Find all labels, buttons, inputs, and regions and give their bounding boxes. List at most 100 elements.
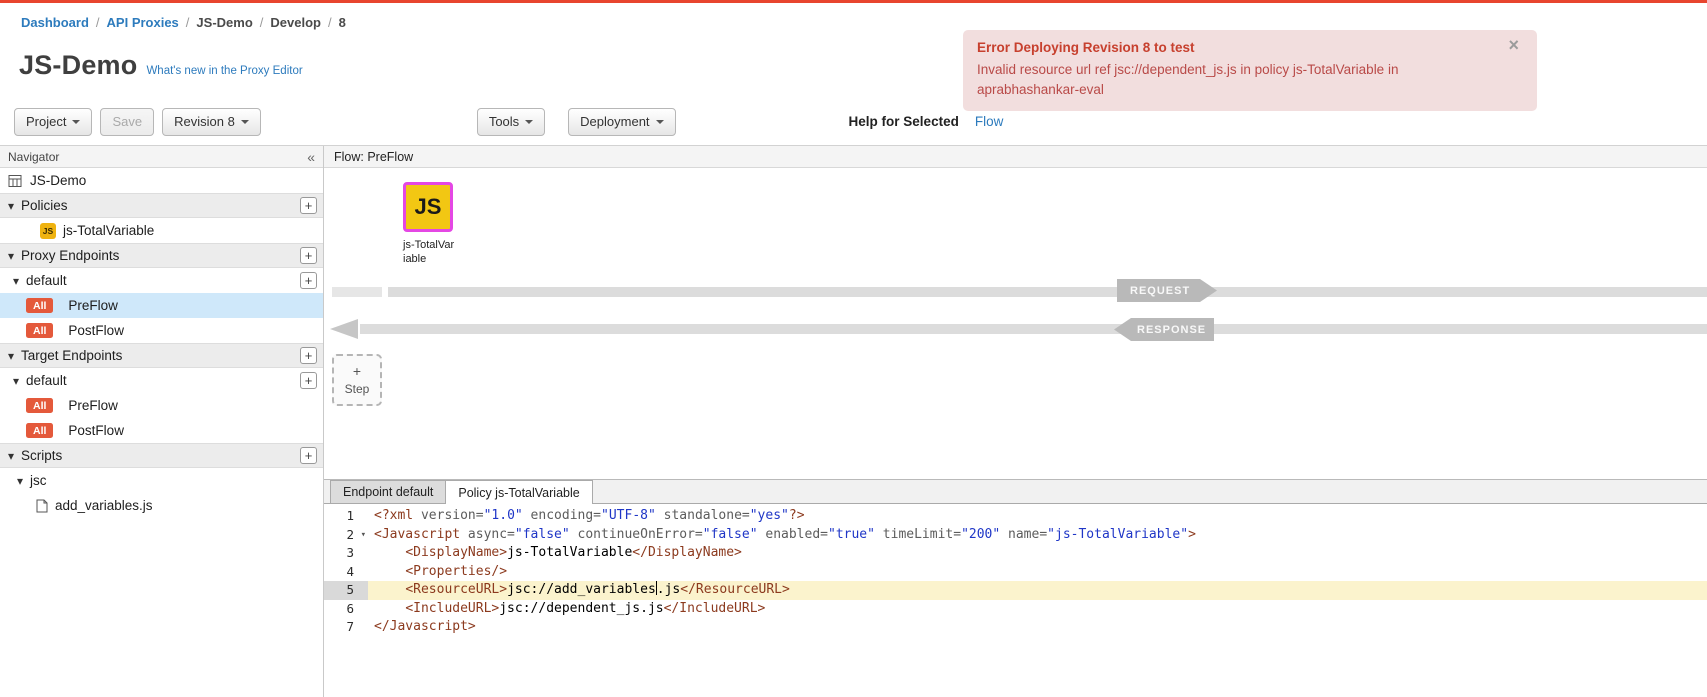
code-token: jsc://dependent_js.js <box>499 601 663 616</box>
line-number: 7 <box>324 618 368 637</box>
breadcrumb-item-dashboard[interactable]: Dashboard <box>21 15 89 30</box>
revision-menu-button[interactable]: Revision 8 <box>162 108 261 136</box>
tab-endpoint-default[interactable]: Endpoint default <box>330 480 446 503</box>
code-token: </DisplayName> <box>632 545 742 560</box>
code-token: "js-TotalVariable" <box>1047 527 1188 542</box>
flow-canvas: JS js-TotalVariable REQUEST RESPONSE + S… <box>324 168 1707 479</box>
code-token: "false" <box>515 527 570 542</box>
code-line-5: 5 <ResourceURL>jsc://add_variables.js</R… <box>324 581 1707 600</box>
code-token <box>374 582 405 597</box>
sidebar-item-label: PreFlow <box>68 298 118 313</box>
help-for-selected-label: Help for Selected <box>849 114 959 129</box>
sidebar-item-postflow[interactable]: AllPostFlow <box>0 318 323 343</box>
sidebar-item-label: JS-Demo <box>30 173 86 188</box>
sidebar-item-jsc[interactable]: ▾ jsc <box>0 468 323 493</box>
code-token: js-TotalVariable <box>507 545 632 560</box>
code-token <box>374 564 405 579</box>
sidebar-item-proxy-endpoints[interactable]: ▾ Proxy Endpoints + <box>0 243 323 268</box>
breadcrumb-item-api-proxies[interactable]: API Proxies <box>107 15 179 30</box>
code-token: "true" <box>828 527 875 542</box>
chevron-down-icon <box>72 120 80 124</box>
sidebar-item-label: js-TotalVariable <box>63 223 154 238</box>
sidebar-item-js-totalvariable[interactable]: JSjs-TotalVariable <box>0 218 323 243</box>
code-line-content[interactable]: <ResourceURL>jsc://add_variables.js</Res… <box>368 581 1707 600</box>
code-token: enabled= <box>758 527 828 542</box>
code-token: version= <box>421 508 484 523</box>
code-line-content[interactable]: <?xml version="1.0" encoding="UTF-8" sta… <box>368 507 1707 526</box>
sidebar-item-label: default <box>26 373 67 388</box>
code-line-content[interactable]: <DisplayName>js-TotalVariable</DisplayNa… <box>368 544 1707 563</box>
response-arrow-icon <box>330 319 358 339</box>
breadcrumb-separator: / <box>328 15 332 30</box>
code-line-content[interactable]: <Javascript async="false" continueOnErro… <box>368 526 1707 545</box>
code-token: <?xml <box>374 508 421 523</box>
whats-new-link[interactable]: What's new in the Proxy Editor <box>146 65 302 77</box>
sidebar-item-target-endpoints[interactable]: ▾Target Endpoints+ <box>0 343 323 368</box>
sidebar-item-add-variables-js[interactable]: add_variables.js <box>0 493 323 518</box>
deployment-menu-button[interactable]: Deployment <box>568 108 675 136</box>
project-menu-button[interactable]: Project <box>14 108 92 136</box>
code-token: name= <box>1000 527 1047 542</box>
sidebar-item-postflow[interactable]: AllPostFlow <box>0 418 323 443</box>
sidebar-item-label: add_variables.js <box>55 498 153 513</box>
navigator-tree: JS-Demo▾Policies+JSjs-TotalVariable▾Prox… <box>0 168 323 518</box>
tab-policy-js-totalvariable[interactable]: Policy js-TotalVariable <box>445 480 592 504</box>
chevron-down-icon[interactable]: ▾ <box>17 475 23 487</box>
error-banner-title: Error Deploying Revision 8 to test <box>977 40 1503 55</box>
js-policy-icon[interactable]: JS <box>403 182 453 232</box>
code-line-content[interactable]: <IncludeURL>jsc://dependent_js.js</Inclu… <box>368 600 1707 619</box>
fold-icon[interactable]: ▾ <box>361 526 366 545</box>
code-token: </ResourceURL> <box>680 582 790 597</box>
add-button[interactable]: + <box>300 447 317 464</box>
add-button[interactable]: + <box>300 372 317 389</box>
chevron-down-icon[interactable]: ▾ <box>8 200 14 212</box>
chevron-down-icon[interactable]: ▾ <box>8 250 14 262</box>
add-button[interactable]: + <box>300 247 317 264</box>
code-token <box>374 601 405 616</box>
sidebar-item-default[interactable]: ▾ default + <box>0 268 323 293</box>
chevron-down-icon[interactable]: ▾ <box>8 350 14 362</box>
sidebar-item-js-demo[interactable]: JS-Demo <box>0 168 323 193</box>
code-line-content[interactable]: <Properties/> <box>368 563 1707 582</box>
all-badge: All <box>26 398 53 413</box>
chevron-down-icon[interactable]: ▾ <box>13 275 19 287</box>
request-flow-bar <box>388 287 1707 297</box>
deployment-menu-label: Deployment <box>580 114 649 129</box>
close-icon[interactable]: × <box>1508 36 1519 54</box>
add-step-button[interactable]: + Step <box>332 354 382 406</box>
add-button[interactable]: + <box>300 272 317 289</box>
sidebar-item-scripts[interactable]: ▾Scripts+ <box>0 443 323 468</box>
error-banner-message: Invalid resource url ref jsc://dependent… <box>977 60 1503 101</box>
code-token: async= <box>468 527 515 542</box>
tools-menu-button[interactable]: Tools <box>477 108 545 136</box>
save-button[interactable]: Save <box>100 108 154 136</box>
all-badge: All <box>26 298 53 313</box>
flow-header: Flow: PreFlow <box>324 146 1707 168</box>
code-area[interactable]: 1<?xml version="1.0" encoding="UTF-8" st… <box>324 504 1707 697</box>
navigator-header: Navigator « <box>0 146 323 168</box>
collapse-sidebar-icon[interactable]: « <box>307 149 315 165</box>
chevron-down-icon[interactable]: ▾ <box>8 450 14 462</box>
sidebar-item-label: jsc <box>30 473 47 488</box>
code-line-content[interactable]: </Javascript> <box>368 618 1707 637</box>
sidebar-item-preflow[interactable]: AllPreFlow <box>0 393 323 418</box>
sidebar-item-default[interactable]: ▾ default + <box>0 368 323 393</box>
help-topic-link[interactable]: Flow <box>975 114 1004 129</box>
add-button[interactable]: + <box>300 197 317 214</box>
breadcrumb-separator: / <box>186 15 190 30</box>
code-token: "1.0" <box>484 508 523 523</box>
code-token: </Javascript> <box>374 619 476 634</box>
code-token: standalone= <box>656 508 750 523</box>
chevron-down-icon[interactable]: ▾ <box>13 375 19 387</box>
sidebar-item-label: Proxy Endpoints <box>21 248 119 263</box>
sidebar-item-policies[interactable]: ▾Policies+ <box>0 193 323 218</box>
policy-node-js-totalvariable: JS js-TotalVariable <box>403 182 455 267</box>
sidebar-item-preflow[interactable]: All PreFlow <box>0 293 323 318</box>
line-number: 6 <box>324 600 368 619</box>
sidebar-item-label: default <box>26 273 67 288</box>
line-number: 5 <box>324 581 368 600</box>
file-icon <box>36 499 48 513</box>
code-line-7: 7 </Javascript> <box>324 618 1707 637</box>
add-button[interactable]: + <box>300 347 317 364</box>
revision-menu-label: Revision 8 <box>174 114 235 129</box>
